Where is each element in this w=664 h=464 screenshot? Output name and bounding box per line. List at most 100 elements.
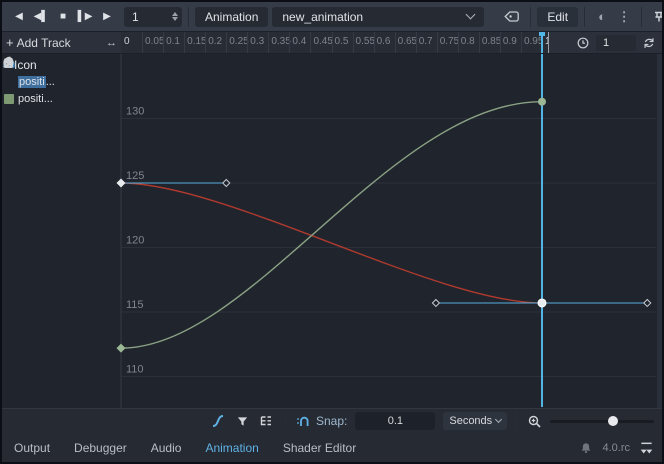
zoom-button[interactable] bbox=[524, 411, 544, 431]
ruler-tick-label: 0.85 bbox=[482, 36, 501, 47]
spinbox-arrows-icon[interactable] bbox=[172, 12, 178, 21]
ruler-tick-label: 0.2 bbox=[208, 36, 222, 47]
chevron-down-icon bbox=[495, 415, 502, 422]
track-row-position-y[interactable]: positi... bbox=[2, 90, 121, 107]
bezier-handle[interactable] bbox=[432, 299, 439, 306]
ruler-tick bbox=[226, 32, 227, 53]
ruler-tick bbox=[205, 32, 206, 53]
play-from-start-button[interactable]: ▌▶ bbox=[74, 6, 96, 28]
value-axis-label: 130 bbox=[126, 106, 144, 118]
track-color-swatch bbox=[4, 94, 14, 104]
ruler-tick-label: 1 bbox=[545, 36, 549, 47]
loop-icon[interactable] bbox=[642, 36, 656, 50]
ruler-tick bbox=[437, 32, 438, 53]
bezier-curve-editor[interactable]: 130125120115110 Icon positi... bbox=[2, 54, 662, 408]
unlock-icon[interactable] bbox=[89, 74, 104, 89]
curve-canvas[interactable]: 130125120115110 bbox=[2, 54, 662, 408]
tab-shader-editor[interactable]: Shader Editor bbox=[283, 441, 356, 455]
track-node-row[interactable]: Icon bbox=[2, 56, 121, 73]
filter-tracks-button[interactable] bbox=[231, 411, 253, 431]
value-axis-label: 125 bbox=[126, 170, 144, 182]
keyframe-diamond[interactable] bbox=[117, 344, 126, 353]
zoom-slider-handle[interactable] bbox=[608, 416, 618, 426]
play-button[interactable]: ▶ bbox=[96, 6, 118, 28]
keyframe-point[interactable] bbox=[538, 98, 546, 106]
ruler-tick bbox=[184, 32, 185, 53]
add-track-label: Add Track bbox=[17, 36, 71, 50]
group-tracks-button[interactable] bbox=[255, 411, 277, 431]
snap-step-input[interactable]: 0.1 bbox=[355, 412, 435, 430]
bezier-mode-button[interactable] bbox=[207, 411, 229, 431]
autoplay-toggle-button[interactable] bbox=[498, 6, 524, 28]
animation-name-dropdown[interactable]: new_animation bbox=[272, 7, 484, 27]
animation-length-field[interactable]: 1 bbox=[596, 35, 636, 51]
ruler-tick-label: 0.25 bbox=[229, 36, 248, 47]
tab-animation[interactable]: Animation bbox=[205, 441, 258, 455]
keyframe-point[interactable] bbox=[538, 299, 546, 307]
vertical-dots-icon: ⋮ bbox=[618, 9, 631, 25]
animation-menu-button[interactable]: Animation bbox=[195, 7, 268, 27]
add-track-button[interactable]: + Add Track ↔ bbox=[2, 32, 121, 53]
node-name-label: Icon bbox=[14, 58, 37, 72]
zoom-slider[interactable] bbox=[550, 420, 654, 423]
notification-bell-icon[interactable] bbox=[579, 441, 593, 455]
timeline-ruler[interactable]: 00.050.10.150.20.250.30.350.40.450.50.55… bbox=[121, 32, 549, 53]
step-forward-icon: ▌▶ bbox=[78, 11, 93, 22]
seek-time-spinbox[interactable]: 1 bbox=[124, 7, 182, 27]
seek-time-value: 1 bbox=[132, 10, 139, 24]
tab-debugger[interactable]: Debugger bbox=[74, 441, 127, 455]
funnel-icon bbox=[236, 415, 249, 428]
onion-skinning-button[interactable]: ◐ bbox=[591, 6, 613, 28]
tab-output[interactable]: Output bbox=[14, 441, 50, 455]
bezier-handle[interactable] bbox=[223, 180, 230, 187]
unlock-icon[interactable] bbox=[89, 91, 104, 106]
animation-length-controls: 1 bbox=[549, 32, 662, 53]
value-axis-label: 120 bbox=[126, 235, 144, 247]
curve-edit-icon[interactable] bbox=[57, 74, 72, 89]
toolbar-separator bbox=[641, 7, 642, 27]
play-backwards-button[interactable]: ◀ bbox=[8, 6, 30, 28]
keyframe-diamond[interactable] bbox=[117, 179, 126, 188]
track-name[interactable]: positi... bbox=[18, 76, 56, 88]
ruler-tick-label: 0.9 bbox=[503, 36, 517, 47]
edit-button[interactable]: Edit bbox=[537, 7, 578, 27]
play-backwards-from-end-button[interactable]: ◀▌ bbox=[30, 6, 52, 28]
ruler-tick-label: 0.45 bbox=[313, 36, 332, 47]
onion-skinning-icon: ◐ bbox=[598, 9, 606, 24]
bezier-curve[interactable] bbox=[121, 183, 542, 303]
snap-unit-dropdown[interactable]: Seconds bbox=[443, 412, 507, 430]
track-row-position-x[interactable]: positi... bbox=[2, 73, 121, 90]
ruler-tick-label: 0.6 bbox=[377, 36, 391, 47]
vertical-scrollbar[interactable] bbox=[657, 54, 662, 408]
ruler-tick-label: 0 bbox=[124, 36, 130, 47]
godot-animation-editor-window: ◀ ◀▌ ■ ▌▶ ▶ 1 Animation new_animation Ed… bbox=[0, 0, 664, 464]
ruler-tick bbox=[289, 32, 290, 53]
stop-button[interactable]: ■ bbox=[52, 6, 74, 28]
ruler-tick-label: 0.1 bbox=[166, 36, 180, 47]
expand-bottom-panel-icon[interactable] bbox=[639, 441, 654, 455]
value-axis-label: 115 bbox=[126, 299, 144, 311]
delete-track-icon[interactable] bbox=[105, 91, 120, 106]
curve-edit-icon[interactable] bbox=[57, 91, 72, 106]
bezier-handle[interactable] bbox=[644, 299, 651, 306]
ruler-tick bbox=[416, 32, 417, 53]
play-backwards-icon: ◀ bbox=[15, 11, 23, 22]
toolbar-separator bbox=[285, 411, 286, 431]
ruler-tick bbox=[268, 32, 269, 53]
pin-animation-player-button[interactable] bbox=[648, 6, 664, 28]
playhead-cap[interactable] bbox=[539, 32, 545, 36]
bottom-panel-tabs: Output Debugger Audio Animation Shader Edito… bbox=[2, 433, 662, 462]
horizontal-resize-icon[interactable]: ↔ bbox=[106, 37, 117, 49]
plus-icon: + bbox=[6, 35, 14, 50]
visibility-eye-icon[interactable] bbox=[73, 91, 88, 106]
bezier-curve[interactable] bbox=[121, 102, 542, 348]
tab-audio[interactable]: Audio bbox=[151, 441, 182, 455]
delete-track-icon[interactable] bbox=[105, 74, 120, 89]
snap-magnet-icon bbox=[296, 414, 310, 428]
visibility-eye-icon[interactable] bbox=[73, 74, 88, 89]
snap-toggle-button[interactable] bbox=[294, 411, 312, 431]
track-name[interactable]: positi... bbox=[18, 93, 56, 105]
bezier-curve-icon bbox=[211, 414, 225, 428]
onion-skinning-options-button[interactable]: ⋮ bbox=[613, 6, 635, 28]
ruler-tick bbox=[395, 32, 396, 53]
